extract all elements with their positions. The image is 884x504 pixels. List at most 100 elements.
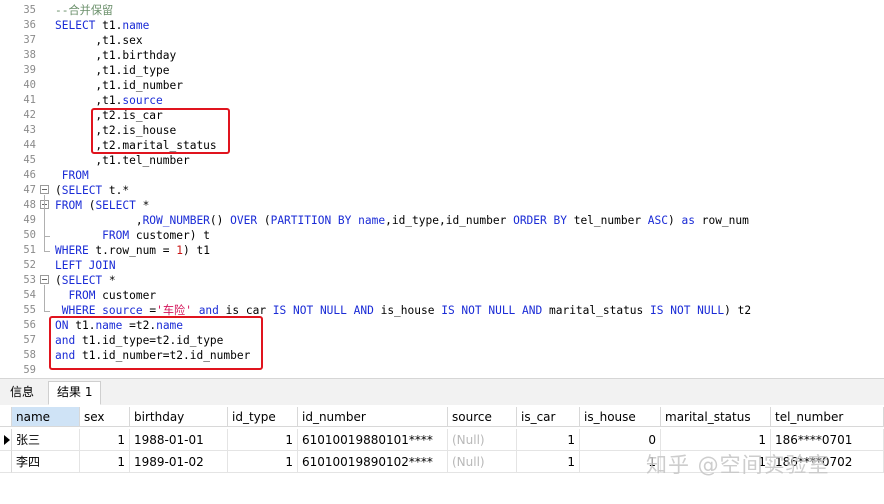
code-token: IS NOT NULL AND xyxy=(441,304,549,317)
code-token: marital_status xyxy=(548,304,651,317)
table-cell[interactable]: 61010019890102**** xyxy=(298,451,448,473)
code-token: ( xyxy=(55,274,62,287)
code-token: tel_number xyxy=(573,214,648,227)
code-token: PARTITION BY xyxy=(270,214,359,227)
code-token: SELECT xyxy=(61,184,109,197)
code-line[interactable]: 41 ,t1.source xyxy=(0,93,884,108)
line-number: 48 xyxy=(23,199,36,211)
column-header-id-type[interactable]: id_type xyxy=(228,407,298,427)
table-cell[interactable]: 0 xyxy=(580,429,661,451)
fold-toggle-icon[interactable] xyxy=(40,275,49,284)
code-token: IS NOT NULL xyxy=(650,304,725,317)
code-line[interactable]: 54 FROM customer xyxy=(0,288,884,303)
code-text: ,t1.id_number xyxy=(55,78,183,93)
column-header-tel-number[interactable]: tel_number xyxy=(771,407,884,427)
code-text: --合并保留 xyxy=(55,3,113,18)
code-line[interactable]: 46 FROM xyxy=(0,168,884,183)
line-number: 54 xyxy=(23,289,36,301)
column-header-id-number[interactable]: id_number xyxy=(298,407,448,427)
code-line[interactable]: 39 ,t1.id_type xyxy=(0,63,884,78)
table-cell[interactable]: 1 xyxy=(228,451,298,473)
code-token: ) t2 xyxy=(724,304,752,317)
line-number: 36 xyxy=(23,19,36,31)
line-number: 44 xyxy=(23,139,36,151)
table-cell[interactable]: 186****0701 xyxy=(771,429,884,451)
code-text: (SELECT t.* xyxy=(55,183,129,198)
code-text: WHERE t.row_num = 1) t1 xyxy=(55,243,210,258)
table-cell[interactable]: 1 xyxy=(80,429,130,451)
code-token: FROM xyxy=(55,199,89,212)
table-cell[interactable]: 1988-01-01 xyxy=(130,429,228,451)
table-cell[interactable]: 张三 xyxy=(12,429,80,451)
table-cell[interactable]: 1 xyxy=(80,451,130,473)
fold-guide xyxy=(44,210,45,236)
column-header-source[interactable]: source xyxy=(448,407,517,427)
code-line[interactable]: 50 FROM customer) t xyxy=(0,228,884,243)
row-selector[interactable] xyxy=(0,451,12,473)
column-header-is-house[interactable]: is_house xyxy=(580,407,661,427)
code-line[interactable]: 53 (SELECT * xyxy=(0,273,884,288)
code-line[interactable]: 51 WHERE t.row_num = 1) t1 xyxy=(0,243,884,258)
code-text: ,t1.source xyxy=(55,93,163,108)
line-number: 41 xyxy=(23,94,36,106)
table-cell[interactable]: 1 xyxy=(228,429,298,451)
line-number: 58 xyxy=(23,349,36,361)
line-number: 37 xyxy=(23,34,36,46)
code-line[interactable]: 49 ,ROW_NUMBER() OVER (PARTITION BY name… xyxy=(0,213,884,228)
code-text: ,ROW_NUMBER() OVER (PARTITION BY name,id… xyxy=(55,213,749,228)
code-token: 1 xyxy=(176,244,183,257)
table-cell[interactable]: 1 xyxy=(517,451,580,473)
code-text: ,t1.birthday xyxy=(55,48,176,63)
code-token: t.* xyxy=(108,184,130,197)
code-line[interactable]: 38 ,t1.birthday xyxy=(0,48,884,63)
code-token: ,t1.sex xyxy=(55,34,143,47)
code-line[interactable]: 52 LEFT JOIN xyxy=(0,258,884,273)
table-cell[interactable]: (Null) xyxy=(448,429,517,451)
code-line[interactable]: 48 FROM (SELECT * xyxy=(0,198,884,213)
code-line[interactable]: 35 --合并保留 xyxy=(0,3,884,18)
line-number: 42 xyxy=(23,109,36,121)
table-cell[interactable]: 1989-01-02 xyxy=(130,451,228,473)
code-token: customer xyxy=(102,289,157,302)
code-token: name xyxy=(358,214,386,227)
highlight-box-select-columns xyxy=(91,108,230,154)
line-number: 56 xyxy=(23,319,36,331)
table-cell[interactable]: 1 xyxy=(517,429,580,451)
line-number: 53 xyxy=(23,274,36,286)
table-cell[interactable]: 1 xyxy=(661,429,771,451)
column-header-is-car[interactable]: is_car xyxy=(517,407,580,427)
code-line[interactable]: 47 (SELECT t.* xyxy=(0,183,884,198)
line-number: 45 xyxy=(23,154,36,166)
tab-result-1[interactable]: 结果 1 xyxy=(48,381,102,405)
code-token: ) t1 xyxy=(183,244,210,257)
code-token: ,t1. xyxy=(55,94,123,107)
code-text: ,t1.tel_number xyxy=(55,153,189,168)
current-row-arrow-icon xyxy=(4,435,10,445)
table-cell[interactable]: (Null) xyxy=(448,451,517,473)
code-token: , xyxy=(55,214,143,227)
fold-toggle-icon[interactable] xyxy=(40,185,49,194)
table-cell[interactable]: 李四 xyxy=(12,451,80,473)
column-header-marital-status[interactable]: marital_status xyxy=(661,407,771,427)
code-token: ,t1.id_number xyxy=(55,79,183,92)
code-token: SELECT xyxy=(55,19,103,32)
table-cell[interactable]: 61010019880101**** xyxy=(298,429,448,451)
code-line[interactable]: 45 ,t1.tel_number xyxy=(0,153,884,168)
code-token: ,t1.birthday xyxy=(55,49,177,62)
result-tab-bar: 信息 结果 1 xyxy=(0,378,884,406)
code-token: () xyxy=(209,214,231,227)
code-token: ROW_NUMBER xyxy=(142,214,210,227)
row-selector[interactable] xyxy=(0,429,12,451)
code-line[interactable]: 40 ,t1.id_number xyxy=(0,78,884,93)
tab-info[interactable]: 信息 xyxy=(2,382,42,402)
code-token: FROM xyxy=(68,289,103,302)
code-line[interactable]: 37 ,t1.sex xyxy=(0,33,884,48)
column-header-name[interactable]: name xyxy=(12,407,80,427)
code-text: LEFT JOIN xyxy=(55,258,116,273)
code-text: FROM customer xyxy=(55,288,156,303)
column-header-sex[interactable]: sex xyxy=(80,407,130,427)
code-token: source xyxy=(122,94,163,107)
column-header-birthday[interactable]: birthday xyxy=(130,407,228,427)
code-line[interactable]: 36 SELECT t1.name xyxy=(0,18,884,33)
